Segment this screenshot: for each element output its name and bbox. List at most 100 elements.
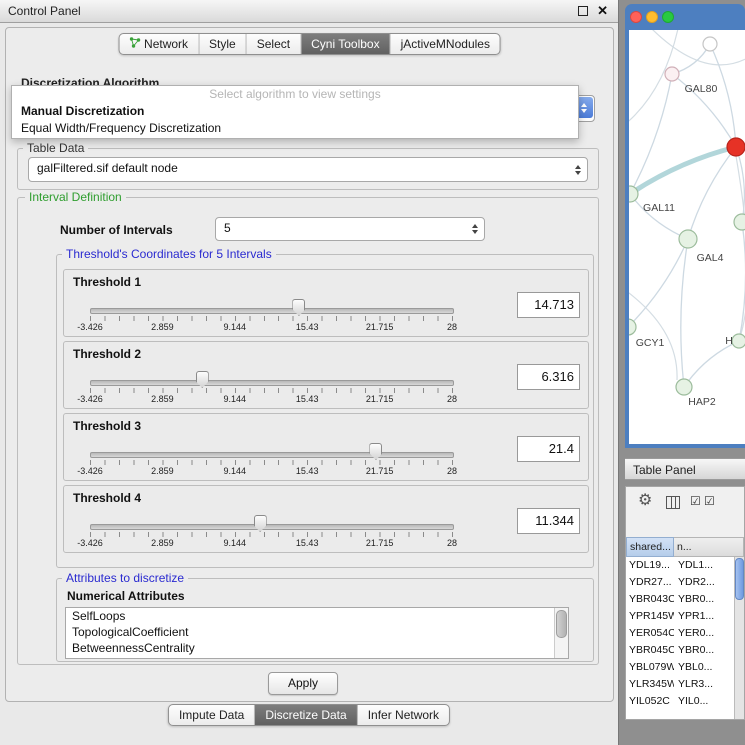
columns-icon[interactable] xyxy=(666,496,680,509)
tab-impute-data[interactable]: Impute Data xyxy=(169,705,255,725)
threshold-value-field[interactable]: 11.344 xyxy=(517,508,580,534)
network-node-label: GAL11 xyxy=(643,202,675,214)
table-data-combobox[interactable]: galFiltered.sif default node xyxy=(28,157,588,182)
tick-label: 9.144 xyxy=(224,466,247,476)
numerical-attributes-list[interactable]: SelfLoopsTopologicalCoefficientBetweenne… xyxy=(65,607,569,659)
tick-label: 21.715 xyxy=(366,322,394,332)
column-header-name[interactable]: n... xyxy=(674,537,744,557)
network-node[interactable] xyxy=(676,379,692,395)
column-header-shared-name[interactable]: shared... xyxy=(626,537,674,557)
interval-definition-label: Interval Definition xyxy=(25,190,126,204)
menu-item-manual-discretization[interactable]: Manual Discretization xyxy=(12,103,578,120)
checkbox-icon[interactable]: ☑ xyxy=(690,494,701,508)
traffic-light-minimize-icon[interactable] xyxy=(646,11,658,23)
table-scrollbar[interactable] xyxy=(734,557,744,719)
scrollbar-thumb[interactable] xyxy=(556,610,567,638)
cell-name: YIL0... xyxy=(674,693,735,710)
control-panel-tabs: Network Style Select Cyni Toolbox jActiv… xyxy=(118,33,501,55)
list-item[interactable]: BetweennessCentrality xyxy=(66,640,568,656)
combo-arrows-icon xyxy=(472,224,478,234)
tab-style[interactable]: Style xyxy=(199,34,247,54)
network-edge[interactable] xyxy=(681,239,688,387)
slider-track[interactable] xyxy=(90,308,454,314)
tab-cyni-toolbox[interactable]: Cyni Toolbox xyxy=(301,34,390,54)
slider-track[interactable] xyxy=(90,524,454,530)
tick-label: 2.859 xyxy=(151,466,174,476)
number-of-intervals-combobox[interactable]: 5 xyxy=(215,217,485,241)
cell-shared-name: YBR043C xyxy=(626,591,674,608)
traffic-light-close-icon[interactable] xyxy=(630,11,642,23)
network-edge[interactable] xyxy=(630,194,688,239)
slider-track[interactable] xyxy=(90,380,454,386)
tab-network[interactable]: Network xyxy=(119,34,199,54)
network-icon xyxy=(129,37,140,51)
cell-name: YPR1... xyxy=(674,608,735,625)
list-item[interactable]: TopologicalCoefficient xyxy=(66,624,568,640)
tick-label: 28 xyxy=(447,322,457,332)
threshold-value-field[interactable]: 21.4 xyxy=(517,436,580,462)
slider-track[interactable] xyxy=(90,452,454,458)
threshold-value-field[interactable]: 14.713 xyxy=(517,292,580,318)
scrollbar-thumb[interactable] xyxy=(735,558,744,600)
network-node[interactable] xyxy=(734,214,745,230)
network-edge[interactable] xyxy=(629,239,688,327)
tick-label: -3.426 xyxy=(77,466,103,476)
checkbox-icon[interactable]: ☑ xyxy=(704,494,715,508)
table-row[interactable]: YDR27...YDR2... xyxy=(626,574,735,591)
tab-infer-network[interactable]: Infer Network xyxy=(358,705,449,725)
tick-label: 2.859 xyxy=(151,394,174,404)
float-window-icon[interactable] xyxy=(578,6,588,16)
tick-label: 28 xyxy=(447,394,457,404)
table-row[interactable]: YER054CYER0... xyxy=(626,625,735,642)
traffic-light-zoom-icon[interactable] xyxy=(662,11,674,23)
attributes-group-label: Attributes to discretize xyxy=(62,571,188,585)
network-node[interactable] xyxy=(732,334,745,348)
network-edge[interactable] xyxy=(710,44,736,147)
network-node[interactable] xyxy=(629,319,636,335)
table-row[interactable]: YPR145WYPR1... xyxy=(626,608,735,625)
tick-label: 15.43 xyxy=(296,322,319,332)
table-data-group: galFiltered.sif default node xyxy=(17,148,599,190)
table-header-row: shared... n... xyxy=(626,537,744,557)
network-node-selected[interactable] xyxy=(727,138,745,156)
network-edge[interactable] xyxy=(630,74,672,194)
tick-label: 21.715 xyxy=(366,538,394,548)
tick-label: 15.43 xyxy=(296,466,319,476)
network-edge[interactable] xyxy=(630,147,736,194)
tab-label: Select xyxy=(257,37,290,51)
list-scrollbar[interactable] xyxy=(554,608,568,658)
threshold-value-field[interactable]: 6.316 xyxy=(517,364,580,390)
network-node[interactable] xyxy=(665,67,679,81)
table-row[interactable]: YDL19...YDL1... xyxy=(626,557,735,574)
table-row[interactable]: YBR045CYBR0... xyxy=(626,642,735,659)
tick-label: 15.43 xyxy=(296,394,319,404)
threshold-panel-2: Threshold 26.316-3.4262.8599.14415.4321.… xyxy=(63,341,589,409)
tab-select[interactable]: Select xyxy=(247,34,301,54)
network-edge xyxy=(629,290,677,380)
network-node[interactable] xyxy=(679,230,697,248)
network-edge[interactable] xyxy=(684,341,739,387)
apply-button[interactable]: Apply xyxy=(268,672,338,695)
menu-item-equal-width-frequency[interactable]: Equal Width/Frequency Discretization xyxy=(12,120,578,137)
close-icon[interactable]: ✕ xyxy=(597,2,608,20)
thresholds-group: Threshold 1 14.713 -3.426 2.859 9.144 15.43 21… xyxy=(56,254,594,568)
threshold-label: Threshold 4 xyxy=(73,491,141,505)
tick-label: 9.144 xyxy=(224,322,247,332)
table-row[interactable]: YBR043CYBR0... xyxy=(626,591,735,608)
numerical-attributes-label: Numerical Attributes xyxy=(67,589,185,603)
table-row[interactable]: YIL052CYIL0... xyxy=(626,693,735,710)
table-row[interactable]: YLR345WYLR3... xyxy=(626,676,735,693)
threshold-label: Threshold 2 xyxy=(73,347,141,361)
threshold-label: Threshold 1 xyxy=(73,275,141,289)
slider-tick-marks xyxy=(90,316,453,321)
network-node[interactable] xyxy=(703,37,717,51)
gear-icon[interactable]: ⚙ xyxy=(638,492,652,510)
tick-label: 9.144 xyxy=(224,538,247,548)
list-item[interactable]: SelfLoops xyxy=(66,608,568,624)
tab-discretize-data[interactable]: Discretize Data xyxy=(255,705,357,725)
window-title: Control Panel xyxy=(0,4,81,18)
network-canvas[interactable]: GAL80GAL11GAL4GCY1HAP2H xyxy=(629,30,745,444)
tab-jactivemnodules[interactable]: jActiveMNodules xyxy=(391,34,500,54)
table-row[interactable]: YBL079WYBL0... xyxy=(626,659,735,676)
cell-name: YDR2... xyxy=(674,574,735,591)
